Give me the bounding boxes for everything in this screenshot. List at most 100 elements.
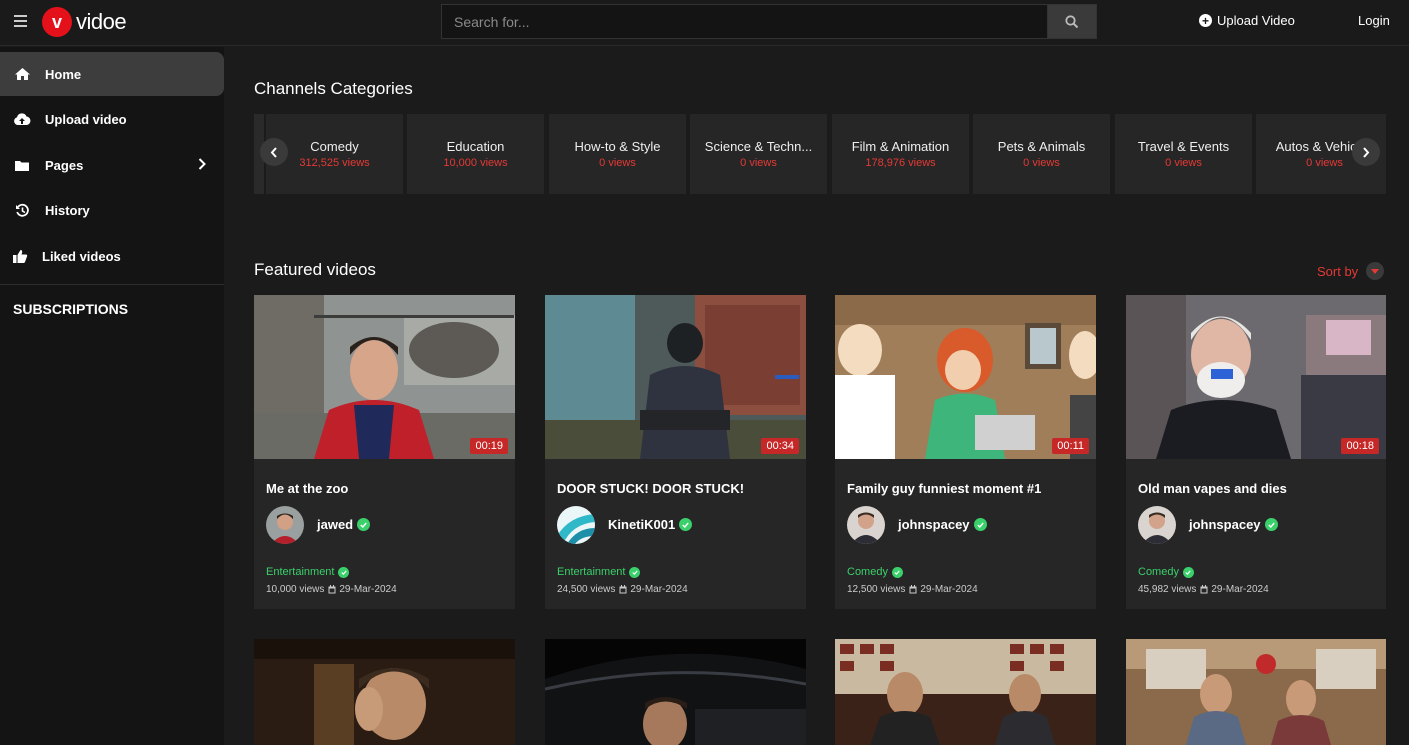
video-category[interactable]: Comedy <box>847 566 903 578</box>
categories-title: Channels Categories <box>254 79 413 98</box>
sidebar-divider <box>0 284 224 285</box>
channel-name[interactable]: johnspacey <box>1189 517 1278 532</box>
plus-circle-icon: + <box>1199 14 1212 27</box>
video-thumbnail[interactable]: 00:11 <box>835 295 1096 459</box>
verified-icon <box>357 518 371 531</box>
logo[interactable]: v vidoe <box>42 7 127 37</box>
sort-by-button[interactable]: Sort by <box>1317 262 1385 280</box>
video-thumbnail[interactable]: 00:19 <box>254 295 515 459</box>
category-views: 0 views <box>740 157 777 169</box>
carousel-prev-button[interactable] <box>260 138 288 166</box>
category-views: 0 views <box>1023 157 1060 169</box>
video-thumbnail[interactable] <box>835 639 1096 745</box>
verified-icon <box>1264 518 1278 531</box>
thumbnail-image <box>835 295 1096 459</box>
verified-icon <box>1182 566 1194 578</box>
category-views: 0 views <box>1165 157 1202 169</box>
video-card: 00:34 DOOR STUCK! DOOR STUCK! KinetiK001… <box>545 295 806 609</box>
video-category-label: Comedy <box>847 566 888 578</box>
avatar[interactable] <box>266 506 304 544</box>
calendar-icon <box>619 585 627 594</box>
duration-badge: 00:19 <box>470 438 508 454</box>
thumbnail-image <box>1126 639 1386 745</box>
sidebar: Home Upload video Pages History Liked vi… <box>0 47 224 745</box>
thumbs-up-icon <box>11 247 29 265</box>
video-meta: 10,000 views 29-Mar-2024 <box>266 584 397 595</box>
category-card[interactable]: Science & Techn... 0 views <box>690 114 827 194</box>
category-card[interactable]: How-to & Style 0 views <box>549 114 686 194</box>
calendar-icon <box>909 585 917 594</box>
thumbnail-image <box>545 639 806 745</box>
channel-name[interactable]: johnspacey <box>898 517 987 532</box>
duration-badge: 00:34 <box>761 438 799 454</box>
upload-video-button[interactable]: + Upload Video <box>1199 13 1295 28</box>
video-category[interactable]: Comedy <box>1138 566 1194 578</box>
video-thumbnail[interactable] <box>254 639 515 745</box>
video-title[interactable]: DOOR STUCK! DOOR STUCK! <box>557 481 744 496</box>
calendar-icon <box>1200 585 1208 594</box>
thumbnail-image <box>254 639 515 745</box>
channel-name[interactable]: jawed <box>317 517 371 532</box>
video-thumbnail[interactable] <box>1126 639 1386 745</box>
cloud-upload-icon <box>13 110 31 128</box>
sidebar-item-label: Home <box>45 66 82 82</box>
category-views: 178,976 views <box>865 157 936 169</box>
category-name: How-to & Style <box>574 139 661 154</box>
category-name: Science & Techn... <box>704 139 813 154</box>
search-button[interactable] <box>1047 4 1097 39</box>
avatar[interactable] <box>847 506 885 544</box>
view-count: 45,982 views <box>1138 584 1197 595</box>
subscriptions-heading: SUBSCRIPTIONS <box>13 301 129 317</box>
sidebar-item-label: Upload video <box>45 111 127 127</box>
chevron-right-icon <box>1363 146 1370 158</box>
sidebar-item-pages[interactable]: Pages <box>0 143 224 187</box>
video-category[interactable]: Entertainment <box>266 566 350 578</box>
video-meta: 45,982 views 29-Mar-2024 <box>1138 584 1269 595</box>
chevron-right-icon <box>198 158 206 170</box>
view-count: 24,500 views <box>557 584 616 595</box>
avatar[interactable] <box>557 506 595 544</box>
channel-name[interactable]: KinetiK001 <box>608 517 693 532</box>
carousel-next-button[interactable] <box>1352 138 1380 166</box>
calendar-icon <box>328 585 336 594</box>
search-input[interactable] <box>441 4 1047 39</box>
video-card: 00:19 Me at the zoo jawed Entertainment … <box>254 295 515 609</box>
video-thumbnail[interactable]: 00:18 <box>1126 295 1386 459</box>
sidebar-item-home[interactable]: Home <box>0 52 224 96</box>
caret-down-icon <box>1366 262 1385 280</box>
video-card: 00:18 Old man vapes and dies johnspacey … <box>1126 295 1386 609</box>
featured-title: Featured videos <box>254 260 376 279</box>
category-card[interactable]: Film & Animation 178,976 views <box>832 114 969 194</box>
categories-carousel: Comedy 312,525 views Education 10,000 vi… <box>254 114 1386 194</box>
video-category-label: Comedy <box>1138 566 1179 578</box>
category-card[interactable]: Pets & Animals 0 views <box>973 114 1110 194</box>
category-card[interactable]: Education 10,000 views <box>407 114 544 194</box>
video-title[interactable]: Me at the zoo <box>266 481 348 496</box>
sidebar-item-liked-videos[interactable]: Liked videos <box>0 234 224 278</box>
avatar[interactable] <box>1138 506 1176 544</box>
video-category[interactable]: Entertainment <box>557 566 641 578</box>
view-count: 12,500 views <box>847 584 906 595</box>
search-bar <box>441 4 1097 39</box>
logo-text: vidoe <box>76 9 127 34</box>
search-icon <box>1065 14 1079 28</box>
top-bar: v vidoe + Upload Video Login <box>0 0 1409 46</box>
category-views: 0 views <box>599 157 636 169</box>
category-views: 10,000 views <box>443 157 508 169</box>
upload-date: 29-Mar-2024 <box>920 584 978 595</box>
category-card[interactable]: Travel & Events 0 views <box>1115 114 1252 194</box>
menu-icon[interactable] <box>14 15 27 27</box>
view-count: 10,000 views <box>266 584 325 595</box>
channel-label: jawed <box>317 517 354 532</box>
login-link[interactable]: Login <box>1358 13 1390 28</box>
video-thumbnail[interactable]: 00:34 <box>545 295 806 459</box>
video-title[interactable]: Family guy funniest moment #1 <box>847 481 1041 496</box>
sidebar-item-history[interactable]: History <box>0 188 224 232</box>
video-title[interactable]: Old man vapes and dies <box>1138 481 1287 496</box>
folder-icon <box>13 156 31 174</box>
duration-badge: 00:18 <box>1341 438 1379 454</box>
sort-by-label: Sort by <box>1317 263 1359 279</box>
thumbnail-image <box>1126 295 1386 459</box>
video-thumbnail[interactable] <box>545 639 806 745</box>
sidebar-item-upload-video[interactable]: Upload video <box>0 97 224 141</box>
